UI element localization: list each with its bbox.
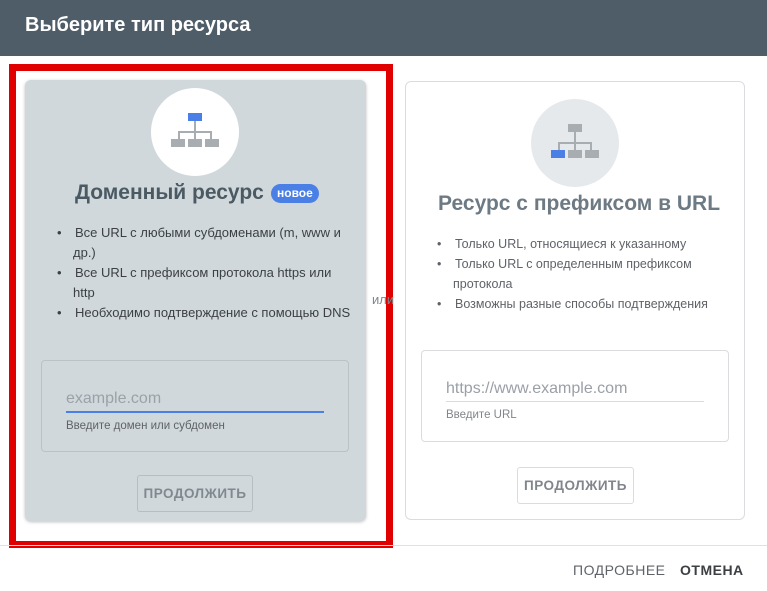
url-input[interactable] (446, 376, 704, 402)
list-item: Только URL с определенным префиксом прот… (435, 254, 735, 294)
url-continue-button[interactable]: ПРОДОЛЖИТЬ (517, 467, 634, 504)
url-icon-circle (531, 99, 619, 187)
url-card-title: Ресурс с префиксом в URL (438, 192, 721, 215)
sitemap-icon (551, 124, 599, 158)
url-input-container: Введите URL (421, 350, 729, 442)
list-item: Только URL, относящиеся к указанному (435, 234, 735, 254)
footer-divider (0, 545, 767, 546)
cancel-button[interactable]: ОТМЕНА (680, 562, 744, 578)
url-input-hint: Введите URL (446, 409, 517, 421)
or-separator: или (372, 292, 395, 307)
select-property-type-dialog: Выберите тип ресурса Доменный ресурс нов… (0, 0, 767, 591)
learn-more-button[interactable]: ПОДРОБНЕЕ (573, 562, 666, 578)
dialog-title: Выберите тип ресурса (25, 14, 251, 36)
url-prefix-property-card[interactable]: Ресурс с префиксом в URL Только URL, отн… (405, 81, 745, 520)
dialog-header: Выберите тип ресурса (0, 0, 767, 56)
selection-highlight-frame (9, 64, 393, 548)
url-feature-list: Только URL, относящиеся к указанному Тол… (435, 234, 735, 314)
list-item: Возможны разные способы подтверждения (435, 294, 735, 314)
